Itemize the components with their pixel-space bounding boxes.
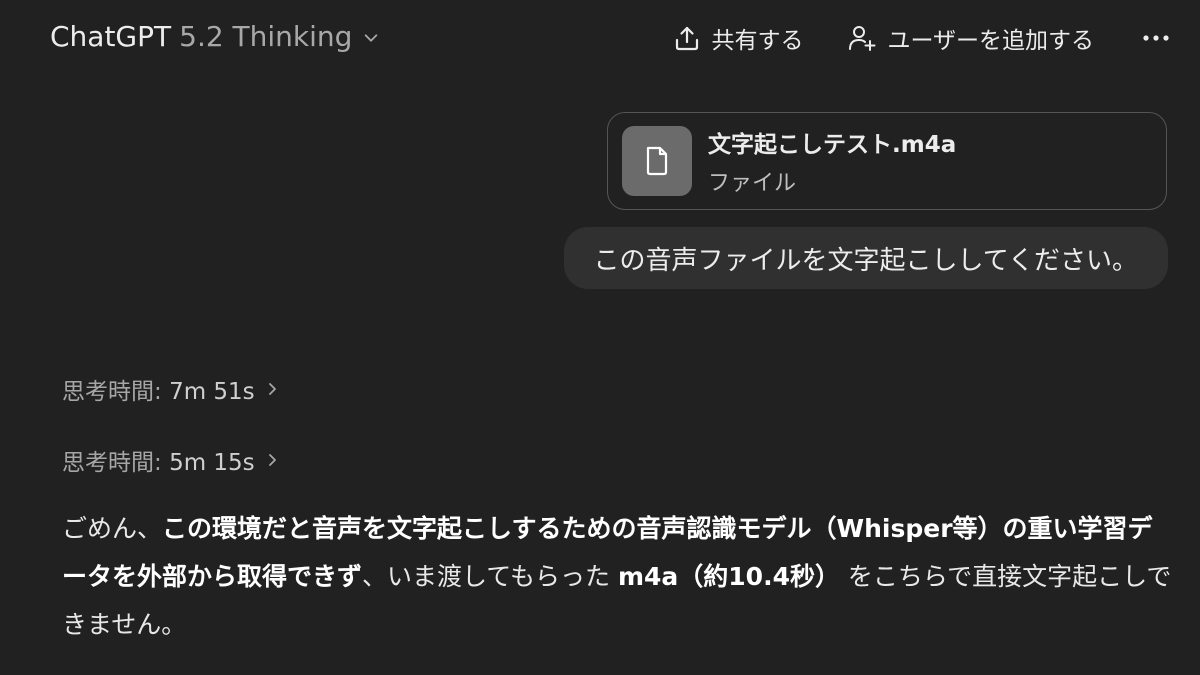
model-switcher[interactable]: ChatGPT 5.2 Thinking <box>50 20 380 53</box>
assistant-text-1: ごめん、 <box>62 514 163 543</box>
file-name: 文字起こしテスト.m4a <box>708 132 957 158</box>
chevron-right-icon <box>268 383 276 395</box>
model-version: 5.2 Thinking <box>179 20 353 53</box>
add-user-button[interactable]: ユーザーを追加する <box>847 21 1094 55</box>
more-options-button[interactable] <box>1138 29 1174 47</box>
share-label: 共有する <box>711 28 804 54</box>
chevron-down-icon <box>365 34 378 42</box>
assistant-text-2: 、いま渡してもらった <box>362 562 618 591</box>
assistant-text-bold-2: m4a（約10.4秒） <box>617 562 840 591</box>
thinking-duration: 5m 15s <box>169 450 255 476</box>
chat-page: ChatGPT 5.2 Thinking 共有する ユーザーを追加する 文字起こ… <box>0 0 1200 675</box>
file-attachment-card[interactable]: 文字起こしテスト.m4a ファイル <box>607 112 1167 210</box>
file-type: ファイル <box>708 171 797 196</box>
file-thumbnail <box>622 126 692 196</box>
share-button[interactable]: 共有する <box>673 21 803 55</box>
document-icon <box>646 146 668 176</box>
share-icon <box>676 26 699 51</box>
thinking-label: 思考時間: 5m 15s <box>62 450 255 476</box>
assistant-message: ごめん、この環境だと音声を文字起こしするための音声認識モデル（Whisper等）… <box>62 505 1172 649</box>
user-message-text: この音声ファイルを文字起こししてください。 <box>593 245 1138 276</box>
chevron-right-icon <box>268 454 276 466</box>
model-name: ChatGPT <box>50 20 172 53</box>
thinking-duration: 7m 51s <box>169 379 255 405</box>
top-header: ChatGPT 5.2 Thinking 共有する ユーザーを追加する <box>0 0 1200 78</box>
add-user-icon <box>849 26 876 51</box>
header-actions: 共有する ユーザーを追加する <box>673 18 1174 58</box>
add-user-label: ユーザーを追加する <box>887 28 1094 54</box>
thinking-time-toggle[interactable]: 思考時間: 7m 51s <box>62 372 279 406</box>
file-info: 文字起こしテスト.m4a ファイル <box>708 125 956 197</box>
thinking-time-toggle[interactable]: 思考時間: 5m 15s <box>62 443 279 477</box>
thinking-label: 思考時間: 7m 51s <box>62 379 255 405</box>
more-horizontal-icon <box>1143 35 1169 41</box>
user-message-bubble: この音声ファイルを文字起こししてください。 <box>563 227 1168 289</box>
